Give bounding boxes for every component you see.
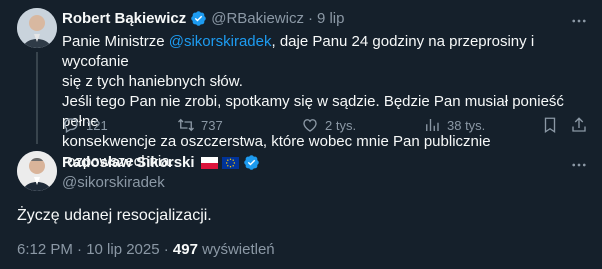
repost-button[interactable]: 737 xyxy=(177,116,223,134)
avatar-radoslaw[interactable] xyxy=(17,151,57,191)
text-segment: Panie Ministrze xyxy=(62,33,169,50)
like-icon xyxy=(303,119,317,132)
like-count: 2 tys. xyxy=(325,117,357,133)
avatar-robert[interactable] xyxy=(17,8,57,48)
share-icon[interactable] xyxy=(570,116,588,134)
more-icon[interactable] xyxy=(570,156,588,174)
reply-count: 121 xyxy=(86,117,108,133)
author-handle[interactable]: @sikorskiradek xyxy=(62,174,165,191)
verified-icon xyxy=(243,155,259,170)
reply-icon xyxy=(64,118,78,133)
repost-count: 737 xyxy=(201,117,223,133)
tweet2-meta: 6:12 PM · 10 lip 2025 · 497 wyświetleń xyxy=(17,241,275,258)
reply-button[interactable]: 121 xyxy=(62,116,108,134)
tweet2-header: Radosław Sikorski xyxy=(62,154,260,171)
views-button[interactable]: 38 tys. xyxy=(423,116,485,134)
author-handle[interactable]: @RBakiewicz xyxy=(211,10,304,27)
eu-flag-icon xyxy=(221,156,239,169)
thread-line xyxy=(36,52,38,144)
views-count: 38 tys. xyxy=(447,117,486,133)
tweet-time[interactable]: 9 lip xyxy=(317,10,345,27)
views-label: wyświetleń xyxy=(197,241,275,258)
author-name[interactable]: Radosław Sikorski xyxy=(62,154,195,171)
verified-icon xyxy=(191,11,206,26)
views-count: 497 xyxy=(172,241,198,258)
mention-link[interactable]: @sikorskiradek xyxy=(169,33,272,50)
tweet1-text: Panie Ministrze @sikorskiradek, daje Pan… xyxy=(62,32,592,172)
tweet1-line1: Panie Ministrze @sikorskiradek, daje Pan… xyxy=(62,32,592,72)
tweet-timestamp[interactable]: 6:12 PM · 10 lip 2025 · xyxy=(17,241,173,258)
bookmark-icon[interactable] xyxy=(541,116,559,134)
views-icon xyxy=(426,119,439,131)
tweet1-line2: się z tych haniebnych słów. xyxy=(62,73,243,90)
separator-dot: · xyxy=(307,10,313,27)
tweet1-header: Robert Bąkiewicz @RBakiewicz · 9 lip xyxy=(62,10,345,27)
repost-icon xyxy=(178,118,194,132)
more-icon[interactable] xyxy=(570,12,588,30)
poland-flag-icon xyxy=(200,156,218,169)
tweet2-text: Życzę udanej resocjalizacji. xyxy=(17,207,212,224)
author-name[interactable]: Robert Bąkiewicz xyxy=(62,10,186,27)
like-button[interactable]: 2 tys. xyxy=(301,116,356,134)
